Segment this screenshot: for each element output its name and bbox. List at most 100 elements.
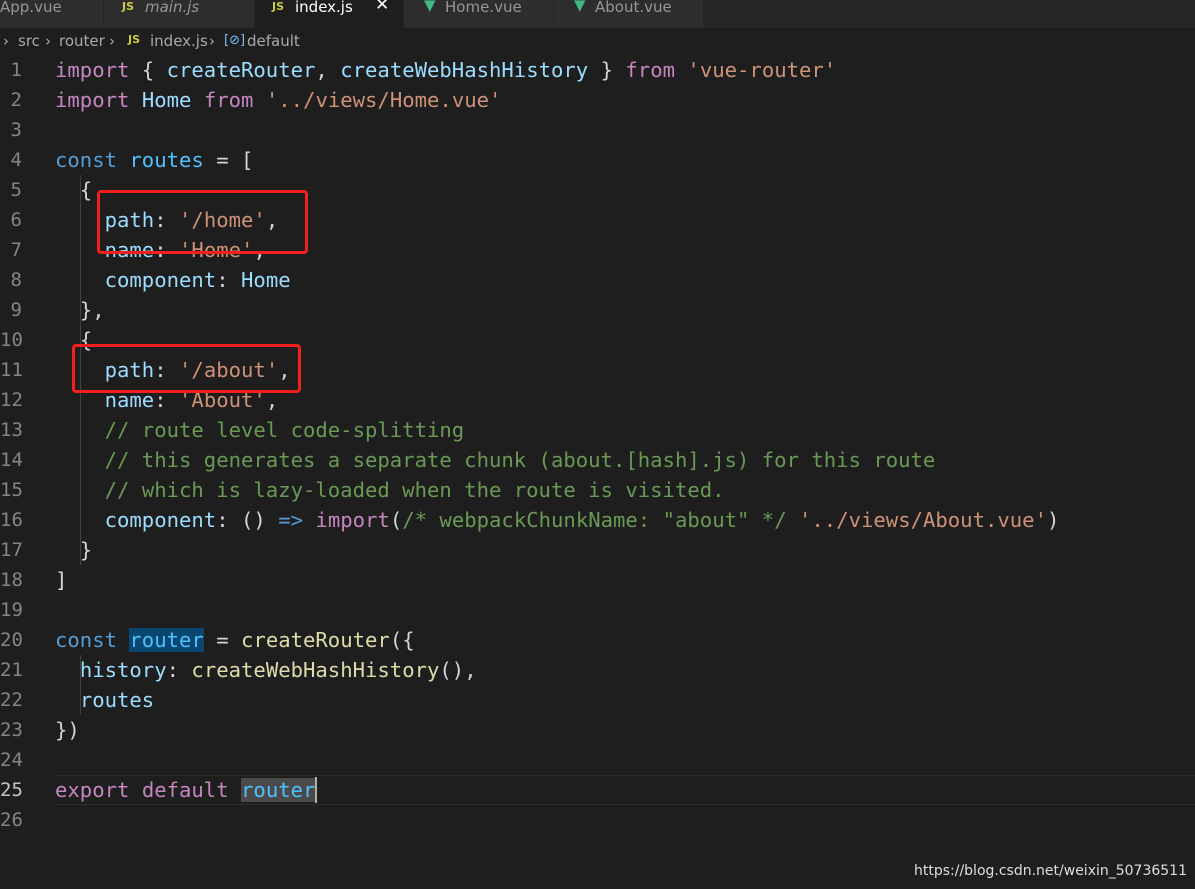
line-number: 5 <box>10 179 22 201</box>
code-line[interactable]: history: createWebHashHistory(), <box>55 655 477 685</box>
line-number: 3 <box>10 119 22 141</box>
code-token: Home <box>141 88 192 112</box>
tab-home-vue[interactable]: ▼ Home.vue <box>404 0 554 28</box>
line-number: 11 <box>0 359 23 381</box>
breadcrumb-item[interactable]: index.js <box>150 32 208 50</box>
tab-about-vue[interactable]: ▼ About.vue <box>554 0 704 28</box>
line-number: 2 <box>10 89 22 111</box>
code-token: }) <box>55 718 80 742</box>
code-line[interactable]: } <box>55 535 92 565</box>
code-token: createWebHashHistory <box>191 658 440 682</box>
code-token: 'vue-router' <box>687 58 837 82</box>
variable-symbol-icon: [⊘] <box>224 33 246 48</box>
code-token: router <box>241 778 316 802</box>
code-token: (), <box>439 658 477 682</box>
line-number: 21 <box>0 659 23 681</box>
line-number: 1 <box>10 59 22 81</box>
code-token: ) <box>1046 508 1060 532</box>
code-line[interactable]: ] <box>55 565 67 595</box>
code-token: : <box>216 268 242 292</box>
code-token: default <box>141 778 229 802</box>
line-number: 4 <box>10 149 22 171</box>
code-token: , <box>315 58 341 82</box>
code-token: '../views/Home.vue' <box>265 88 502 112</box>
code-token: }, <box>55 298 105 322</box>
tab-index-js[interactable]: JS index.js ✕ <box>255 0 404 28</box>
breadcrumb-item[interactable]: src <box>18 32 40 50</box>
code-token: createRouter <box>166 58 316 82</box>
line-number: 20 <box>0 629 23 651</box>
js-icon: JS <box>128 33 141 46</box>
code-line[interactable]: import Home from '../views/Home.vue' <box>55 85 501 115</box>
code-token: ( <box>389 508 403 532</box>
line-number: 15 <box>0 479 23 501</box>
code-line[interactable]: const router = createRouter({ <box>55 625 415 655</box>
code-token: = <box>203 628 242 652</box>
code-line[interactable]: // route level code-splitting <box>55 415 465 445</box>
code-token: routes <box>129 148 204 172</box>
annotation-box-home-path <box>97 190 308 254</box>
code-line[interactable]: component: () => import(/* webpackChunkN… <box>55 505 1060 535</box>
code-token: export <box>55 778 130 802</box>
code-line[interactable]: }) <box>55 715 80 745</box>
code-token: routes <box>79 688 155 712</box>
chevron-right-icon: › <box>3 32 9 50</box>
code-line[interactable]: const routes = [ <box>55 145 253 175</box>
close-icon[interactable]: ✕ <box>375 0 389 14</box>
code-token: ({ <box>389 628 415 652</box>
line-number: 17 <box>0 539 23 561</box>
code-token: from <box>625 58 676 82</box>
code-line[interactable]: component: Home <box>55 265 291 295</box>
line-number: 13 <box>0 419 23 441</box>
annotation-box-about-path <box>72 344 301 393</box>
code-token: component <box>104 508 217 532</box>
code-token: history <box>79 658 167 682</box>
code-line[interactable]: import { createRouter, createWebHashHist… <box>55 55 836 85</box>
code-token: import <box>55 88 130 112</box>
code-line[interactable]: export default router <box>55 775 316 805</box>
code-token: router <box>129 628 204 652</box>
code-line[interactable]: routes <box>55 685 154 715</box>
breadcrumb-item[interactable]: router <box>59 32 105 50</box>
code-token: { <box>129 58 167 82</box>
line-number: 25 <box>0 779 23 801</box>
code-line[interactable]: { <box>55 175 92 205</box>
line-number: 23 <box>0 719 23 741</box>
code-token: createRouter <box>241 628 390 652</box>
chevron-right-icon: › <box>45 32 51 50</box>
vue-icon: ▼ <box>424 0 436 14</box>
code-line[interactable]: }, <box>55 295 105 325</box>
breadcrumb-item[interactable]: default <box>247 32 300 50</box>
line-number: 14 <box>0 449 23 471</box>
js-icon: JS <box>122 0 135 13</box>
code-line[interactable]: // which is lazy-loaded when the route i… <box>55 475 725 505</box>
line-number: 18 <box>0 569 23 591</box>
code-token: import <box>55 58 130 82</box>
tab-app-vue[interactable]: App.vue <box>0 0 104 28</box>
code-token: // which is lazy-loaded when the route i… <box>104 478 725 502</box>
tab-label: index.js <box>295 0 353 16</box>
code-token: // this generates a separate chunk (abou… <box>104 448 936 472</box>
code-token: ] <box>55 568 68 592</box>
code-line[interactable]: // this generates a separate chunk (abou… <box>55 445 936 475</box>
line-number: 6 <box>10 209 22 231</box>
code-token: } <box>55 538 93 562</box>
code-token: createWebHashHistory <box>340 58 589 82</box>
watermark: https://blog.csdn.net/weixin_50736511 <box>913 863 1187 879</box>
tab-label: App.vue <box>0 0 62 16</box>
code-token: : <box>166 658 192 682</box>
code-token: '../views/About.vue' <box>799 508 1047 532</box>
tab-main-js[interactable]: JS main.js <box>104 0 255 28</box>
code-token: from <box>203 88 254 112</box>
line-number: 19 <box>0 599 23 621</box>
